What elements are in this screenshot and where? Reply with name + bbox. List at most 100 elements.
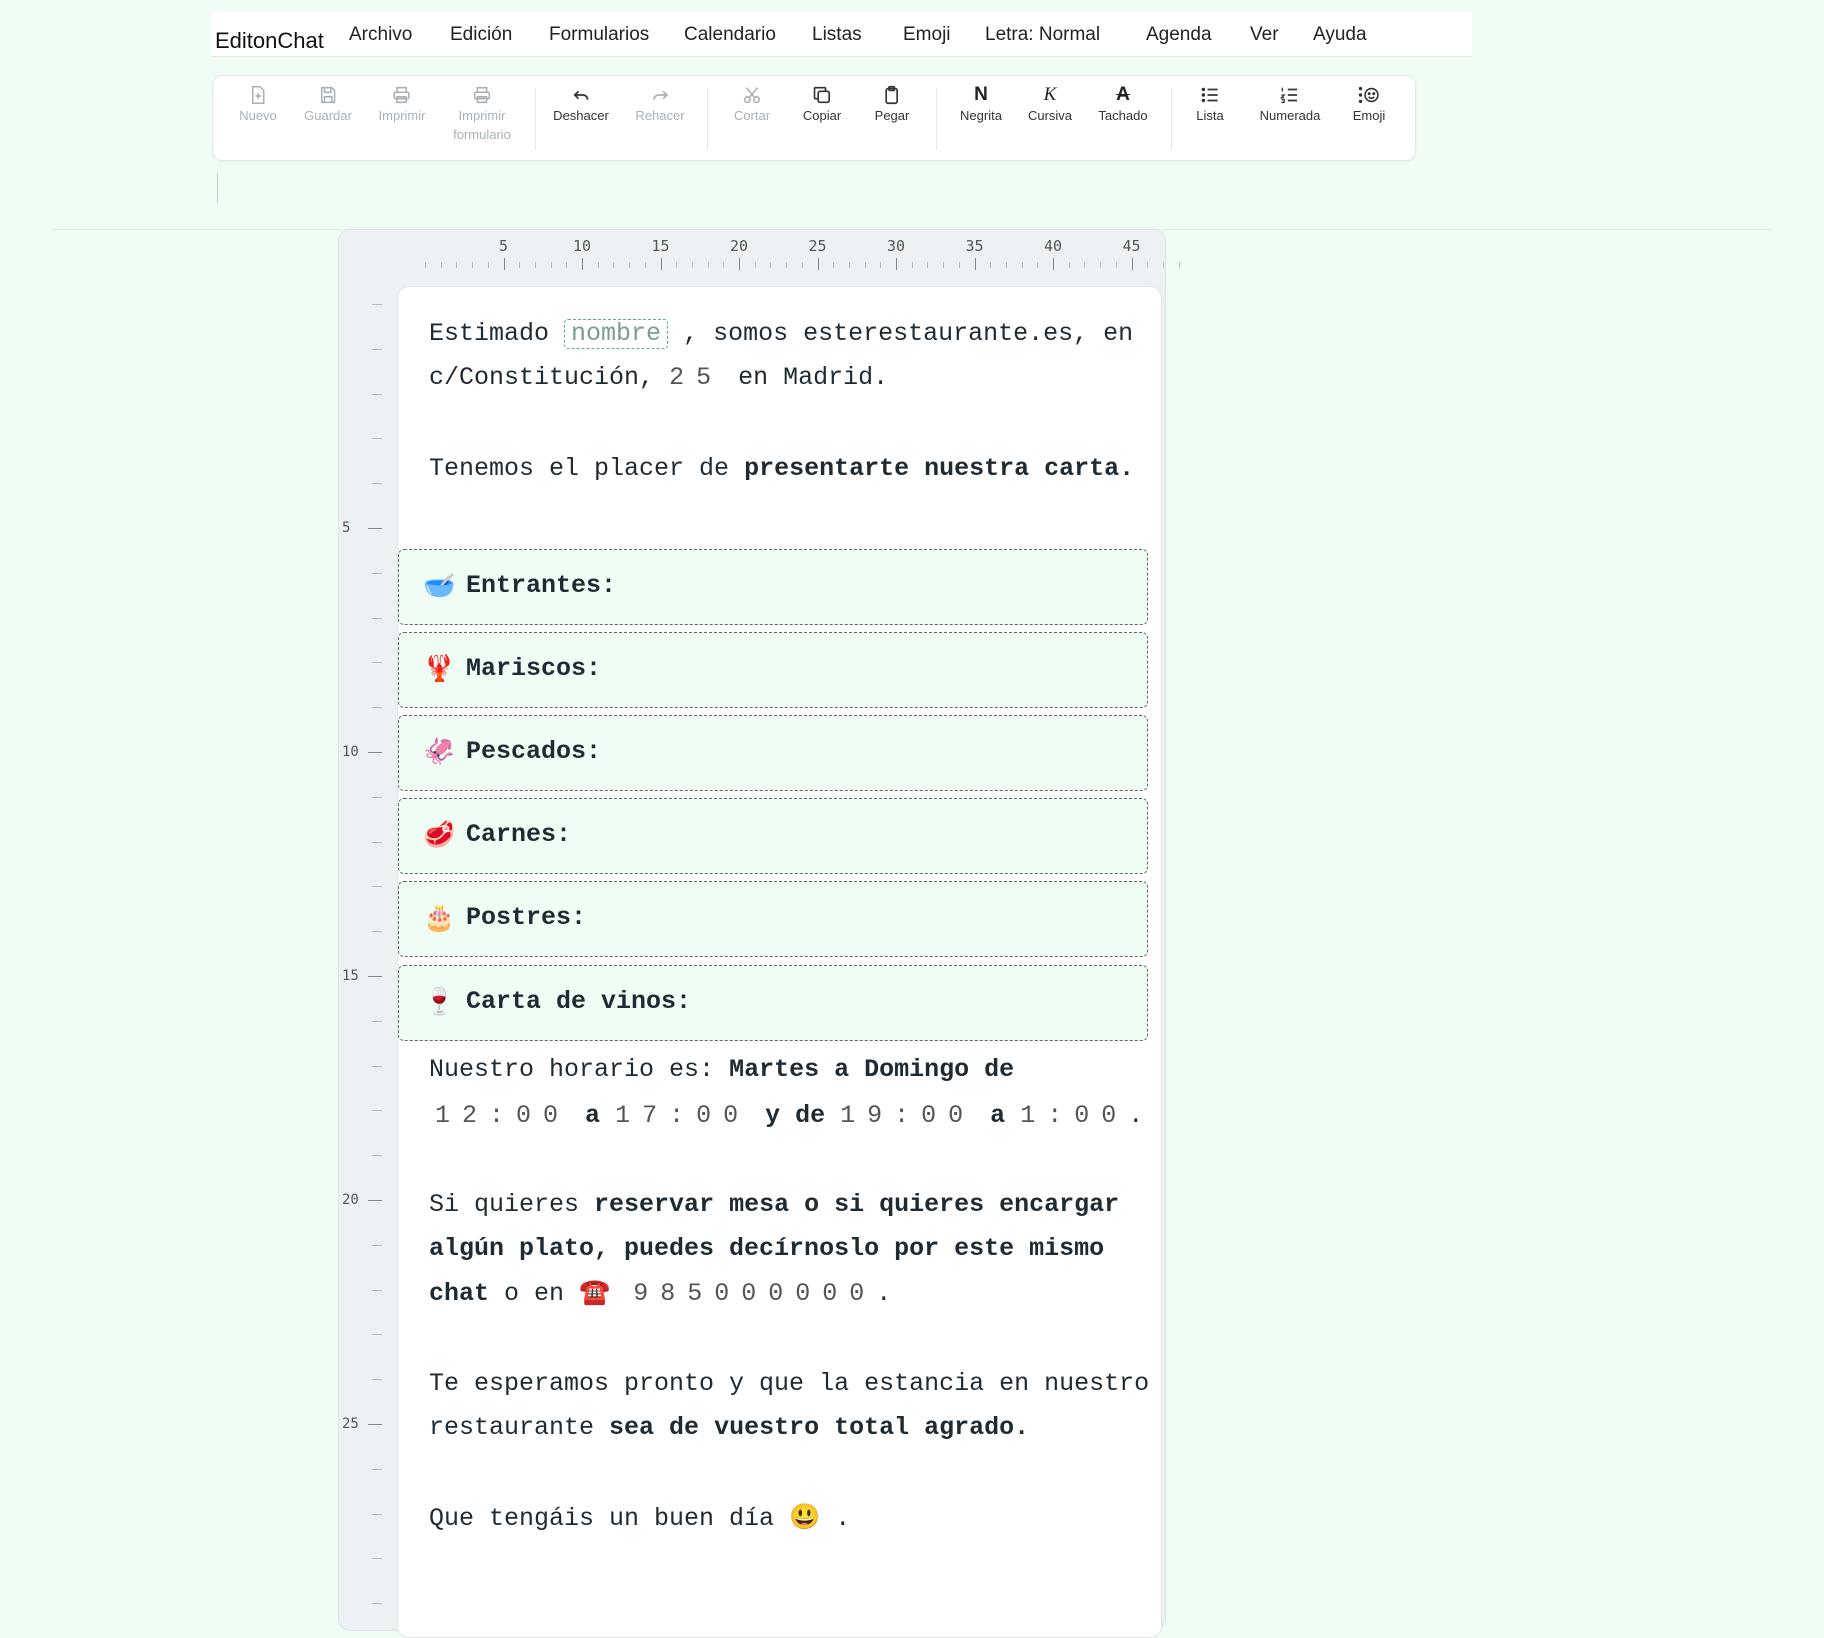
clipboard-icon bbox=[881, 84, 903, 106]
ruler-tick bbox=[368, 528, 382, 529]
smiley-icon: 😃 bbox=[789, 1504, 821, 1533]
bullet-list-label: Lista bbox=[1196, 108, 1224, 123]
ruler-tick bbox=[372, 1065, 382, 1067]
emoji-icon bbox=[1358, 84, 1380, 106]
section-carnes[interactable]: 🥩 Carnes: bbox=[398, 798, 1148, 874]
ruler-tick bbox=[368, 1424, 382, 1425]
copy-icon bbox=[811, 84, 833, 106]
ruler-tick bbox=[691, 262, 693, 268]
ruler-tick bbox=[707, 262, 709, 268]
ruler-tick bbox=[801, 262, 803, 268]
menu-bar: EditonChat Archivo Edición Formularios C… bbox=[212, 12, 1472, 57]
paragraph-reservation-line2: algún plato, puedes decírnoslo por este … bbox=[429, 1234, 1105, 1263]
bold-icon: N bbox=[974, 84, 988, 105]
italic-button[interactable]: K Cursiva bbox=[1028, 84, 1072, 125]
ruler-label: 40 bbox=[1043, 237, 1063, 255]
numbered-list-button[interactable]: Numerada bbox=[1259, 84, 1321, 125]
ruler-tick bbox=[833, 262, 835, 268]
ruler-tick bbox=[1115, 262, 1117, 268]
section-entrantes[interactable]: 🥣 Entrantes: bbox=[398, 549, 1148, 625]
bold-button[interactable]: N Negrita bbox=[960, 84, 1002, 125]
paragraph-greeting: Estimado nombre , somos esterestaurante.… bbox=[429, 319, 1133, 349]
redo-label: Rehacer bbox=[635, 108, 685, 123]
menu-calendario[interactable]: Calendario bbox=[684, 24, 776, 46]
menu-formularios[interactable]: Formularios bbox=[549, 24, 649, 46]
section-postres[interactable]: 🎂 Postres: bbox=[398, 881, 1148, 957]
copy-button[interactable]: Copiar bbox=[803, 84, 841, 125]
paste-button[interactable]: Pegar bbox=[874, 84, 910, 125]
bold-text: presentarte nuestra carta. bbox=[744, 454, 1135, 483]
ruler-tick bbox=[372, 617, 382, 619]
paste-label: Pegar bbox=[874, 108, 910, 123]
emoji-label: Emoji bbox=[1352, 108, 1386, 123]
ruler-tick bbox=[372, 1155, 382, 1157]
menu-agenda[interactable]: Agenda bbox=[1146, 24, 1212, 46]
text-span: Tenemos el placer de bbox=[429, 454, 730, 483]
ruler-tick bbox=[676, 262, 678, 268]
ruler-tick bbox=[503, 258, 505, 270]
print-form-label: Imprimir formulario bbox=[453, 108, 511, 142]
menu-listas[interactable]: Listas bbox=[812, 24, 862, 46]
ruler-tick bbox=[927, 262, 929, 268]
text-span: . bbox=[876, 1279, 892, 1308]
section-title: Carnes: bbox=[466, 820, 572, 849]
menu-archivo[interactable]: Archivo bbox=[349, 24, 412, 46]
cut-button[interactable]: Cortar bbox=[734, 84, 770, 125]
squid-icon: 🦑 bbox=[423, 738, 456, 768]
ruler-label: 10 bbox=[572, 237, 592, 255]
horizontal-ruler: 5 10 15 20 25 30 35 40 45 bbox=[382, 229, 1180, 275]
meat-icon: 🥩 bbox=[423, 821, 456, 851]
paragraph-schedule-times: 12:00 a 17:00 y de 19:00 a 1:00. bbox=[435, 1101, 1143, 1130]
ruler-tick bbox=[723, 262, 725, 268]
ruler-tick bbox=[372, 1020, 382, 1022]
bullet-list-button[interactable]: Lista bbox=[1196, 84, 1224, 125]
menu-edicion[interactable]: Edición bbox=[450, 24, 512, 46]
numbered-list-label: Numerada bbox=[1259, 108, 1321, 123]
print-form-button[interactable]: Imprimir formulario bbox=[442, 84, 522, 144]
menu-ver[interactable]: Ver bbox=[1250, 24, 1279, 46]
ruler-tick bbox=[990, 262, 992, 268]
ruler-tick bbox=[440, 262, 442, 268]
ruler-tick bbox=[372, 438, 382, 440]
ruler-tick bbox=[372, 572, 382, 574]
undo-button[interactable]: Deshacer bbox=[553, 84, 609, 125]
ruler-label: 10 bbox=[342, 744, 359, 760]
toolbar-separator bbox=[707, 88, 708, 150]
bold-text: sea de vuestro total agrado. bbox=[609, 1413, 1030, 1442]
ruler-tick bbox=[372, 1289, 382, 1291]
menu-emoji[interactable]: Emoji bbox=[903, 24, 951, 46]
emoji-button[interactable]: Emoji bbox=[1352, 84, 1386, 125]
ruler-tick bbox=[1131, 258, 1133, 270]
section-mariscos[interactable]: 🦞 Mariscos: bbox=[398, 632, 1148, 708]
new-button[interactable]: Nuevo bbox=[239, 84, 277, 125]
phone-number: 985000000 bbox=[633, 1279, 877, 1308]
section-title: Mariscos: bbox=[466, 654, 602, 683]
redo-button[interactable]: Rehacer bbox=[635, 84, 685, 125]
strikethrough-button[interactable]: A Tachado bbox=[1098, 84, 1147, 125]
toolbar-separator bbox=[1171, 88, 1172, 150]
save-label: Guardar bbox=[304, 108, 352, 123]
ruler-tick bbox=[472, 262, 474, 268]
ruler-tick bbox=[372, 348, 382, 350]
ruler-label: 30 bbox=[886, 237, 906, 255]
street-number: 25 bbox=[669, 363, 724, 392]
document-page[interactable]: Estimado nombre , somos esterestaurante.… bbox=[397, 286, 1162, 1638]
strikethrough-label: Tachado bbox=[1098, 108, 1148, 123]
ruler-tick bbox=[958, 262, 960, 268]
ruler-tick bbox=[739, 258, 740, 270]
ruler-tick bbox=[644, 262, 646, 268]
time-value: 19:00 bbox=[840, 1101, 976, 1130]
save-button[interactable]: Guardar bbox=[304, 84, 352, 125]
section-title: Entrantes: bbox=[466, 571, 617, 600]
text-span: c/Constitución, bbox=[429, 363, 655, 392]
section-pescados[interactable]: 🦑 Pescados: bbox=[398, 715, 1148, 791]
new-file-icon bbox=[247, 84, 269, 106]
print-button[interactable]: Imprimir bbox=[379, 84, 425, 125]
name-field[interactable]: nombre bbox=[564, 319, 669, 349]
ruler-label: 15 bbox=[342, 968, 359, 984]
menu-letra[interactable]: Letra: Normal bbox=[985, 24, 1100, 46]
section-carta-de-vinos[interactable]: 🍷 Carta de vinos: bbox=[398, 965, 1148, 1041]
ruler-tick bbox=[519, 262, 521, 268]
menu-ayuda[interactable]: Ayuda bbox=[1313, 24, 1367, 46]
bowl-icon: 🥣 bbox=[423, 572, 456, 602]
